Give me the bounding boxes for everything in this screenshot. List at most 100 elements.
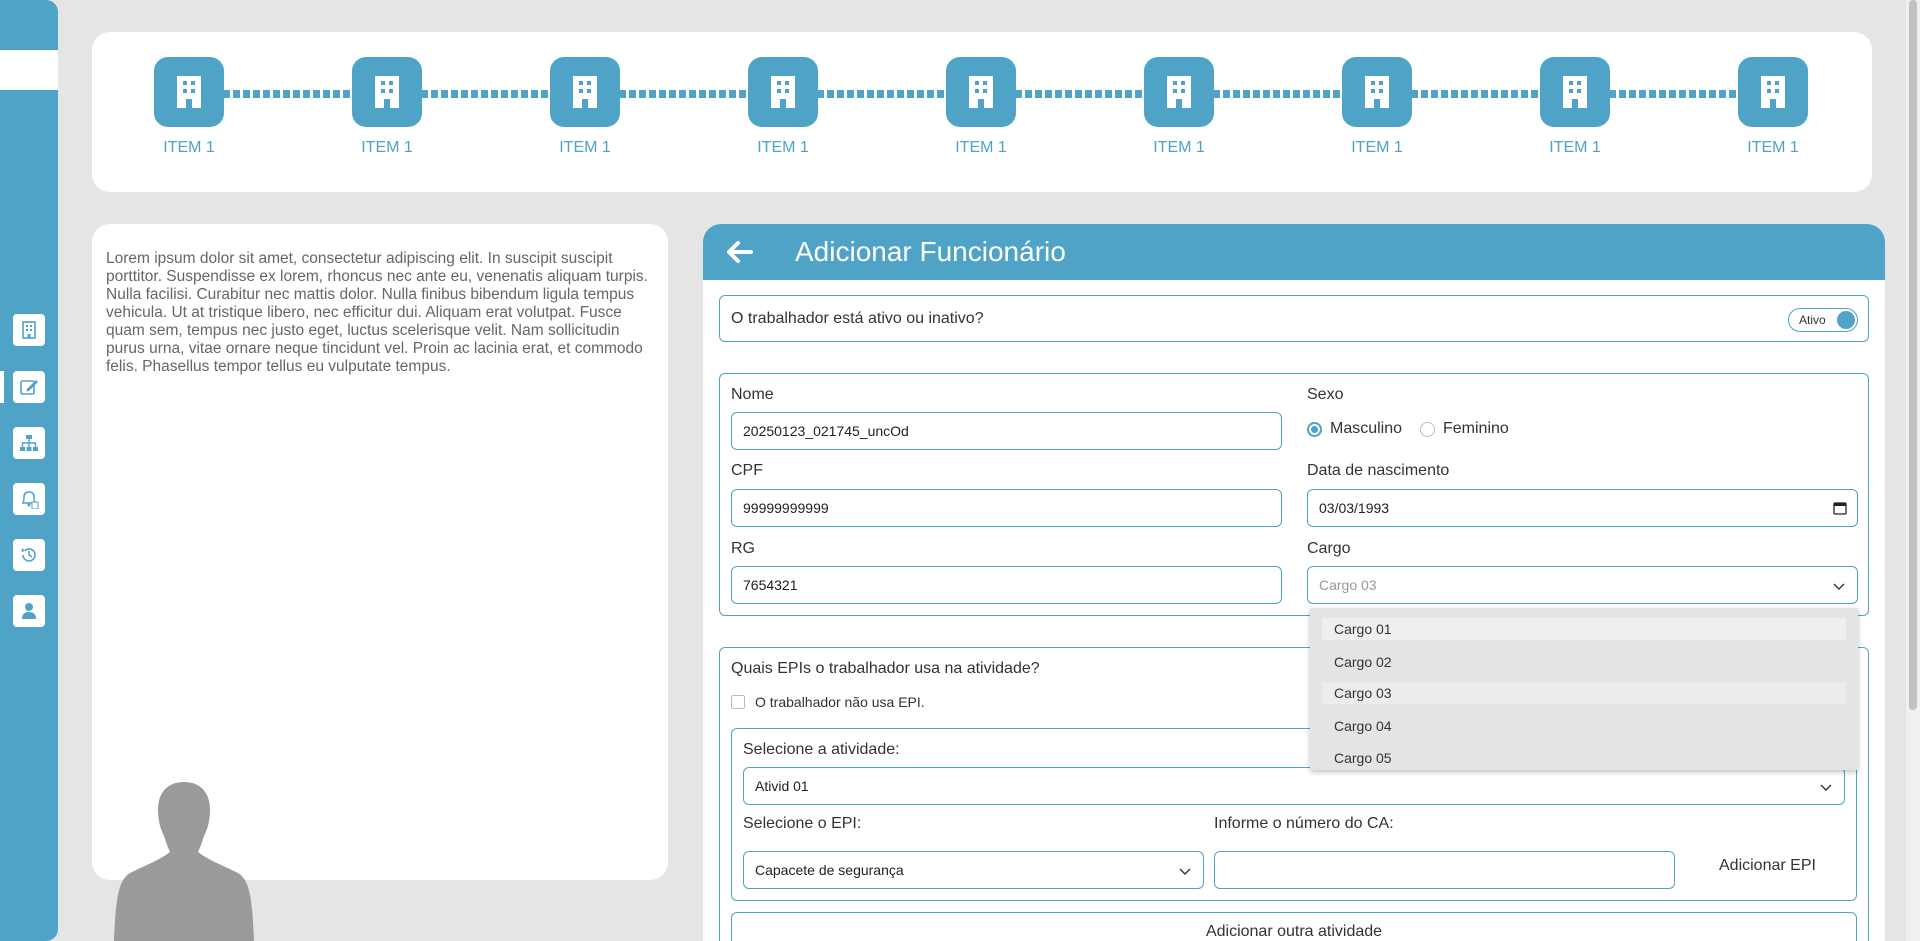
add-activity-button[interactable]: Adicionar outra atividade xyxy=(731,912,1857,941)
step-connector xyxy=(1015,90,1144,98)
step-item[interactable]: ITEM 1 xyxy=(1737,57,1809,157)
radio-dot-selected xyxy=(1307,421,1322,437)
toggle-knob xyxy=(1837,311,1855,329)
epi-question: Quais EPIs o trabalhador usa na atividad… xyxy=(731,660,1040,677)
active-toggle[interactable]: Ativo xyxy=(1788,308,1858,332)
step-label: ITEM 1 xyxy=(1153,139,1205,156)
building-icon xyxy=(1738,57,1808,127)
step-label: ITEM 1 xyxy=(559,139,611,156)
cargo-select-value: Cargo 03 xyxy=(1319,577,1377,593)
stepper-card: ITEM 1 ITEM 1 ITEM 1 ITEM 1 ITEM 1 ITEM … xyxy=(92,32,1872,192)
chevron-down-icon xyxy=(1820,784,1832,791)
sex-label: Sexo xyxy=(1307,386,1344,403)
building-icon[interactable] xyxy=(13,314,45,346)
name-field[interactable]: 20250123_021745_uncOd xyxy=(731,412,1282,450)
name-label: Nome xyxy=(731,386,774,403)
cargo-dropdown-list: Cargo 01 Cargo 02 Cargo 03 Cargo 04 Carg… xyxy=(1310,608,1858,770)
step-connector xyxy=(1411,90,1540,98)
building-icon xyxy=(550,57,620,127)
user-icon[interactable] xyxy=(13,595,45,627)
chevron-down-icon xyxy=(1833,583,1845,590)
cargo-label: Cargo xyxy=(1307,540,1351,557)
radio-dot xyxy=(1420,421,1435,437)
step-item[interactable]: ITEM 1 xyxy=(1341,57,1413,157)
sex-radio-feminino[interactable]: Feminino xyxy=(1420,420,1509,438)
step-item[interactable]: ITEM 1 xyxy=(153,57,225,157)
radio-label: Masculino xyxy=(1330,420,1403,437)
birth-date-label: Data de nascimento xyxy=(1307,462,1450,479)
info-text: Lorem ipsum dolor sit amet, consectetur … xyxy=(106,250,648,375)
birth-date-field[interactable]: 03/03/1993 xyxy=(1307,489,1858,527)
building-icon xyxy=(154,57,224,127)
cargo-option[interactable]: Cargo 02 xyxy=(1322,646,1846,678)
scrollbar-thumb[interactable] xyxy=(1909,0,1917,710)
history-icon[interactable] xyxy=(13,539,45,571)
cargo-option[interactable]: Cargo 05 xyxy=(1322,742,1846,774)
step-item[interactable]: ITEM 1 xyxy=(549,57,621,157)
add-employee-panel: Adicionar Funcionário O trabalhador está… xyxy=(703,224,1885,941)
active-toggle-label: Ativo xyxy=(1799,313,1826,327)
step-item[interactable]: ITEM 1 xyxy=(1143,57,1215,157)
cargo-option[interactable]: Cargo 04 xyxy=(1322,710,1846,742)
step-label: ITEM 1 xyxy=(361,139,413,156)
calendar-icon[interactable] xyxy=(1833,501,1847,515)
step-connector xyxy=(1609,90,1738,98)
step-label: ITEM 1 xyxy=(955,139,1007,156)
cpf-field[interactable]: 99999999999 xyxy=(731,489,1282,527)
active-indicator xyxy=(0,371,4,403)
building-icon xyxy=(1342,57,1412,127)
cargo-option-selected[interactable]: Cargo 03 xyxy=(1322,682,1846,704)
activity-label: Selecione a atividade: xyxy=(743,741,900,758)
step-connector xyxy=(817,90,946,98)
birth-date-value: 03/03/1993 xyxy=(1319,500,1390,516)
form-header: Adicionar Funcionário xyxy=(703,224,1885,280)
bell-document-icon[interactable] xyxy=(13,483,45,515)
epi-select-value: Capacete de segurança xyxy=(755,862,904,878)
step-connector xyxy=(619,90,748,98)
building-icon xyxy=(1144,57,1214,127)
building-icon xyxy=(748,57,818,127)
rg-label: RG xyxy=(731,540,755,557)
edit-icon[interactable] xyxy=(13,371,45,403)
active-question: O trabalhador está ativo ou inativo? xyxy=(731,310,984,327)
page-title: Adicionar Funcionário xyxy=(795,236,1066,267)
step-label: ITEM 1 xyxy=(1549,139,1601,156)
person-silhouette-icon xyxy=(114,782,254,941)
back-arrow-icon[interactable] xyxy=(725,237,755,267)
active-status-box: O trabalhador está ativo ou inativo? Ati… xyxy=(719,295,1869,342)
add-epi-button[interactable]: Adicionar EPI xyxy=(1719,857,1816,875)
sex-radio-masculino[interactable]: Masculino xyxy=(1307,420,1402,438)
no-epi-checkbox[interactable]: O trabalhador não usa EPI. xyxy=(731,694,925,710)
sidebar-highlight-bar xyxy=(0,50,58,90)
building-icon xyxy=(352,57,422,127)
step-connector xyxy=(223,90,352,98)
building-icon xyxy=(1540,57,1610,127)
step-connector xyxy=(1213,90,1342,98)
cargo-option[interactable]: Cargo 01 xyxy=(1322,618,1846,640)
step-label: ITEM 1 xyxy=(1747,139,1799,156)
checkbox-box xyxy=(731,695,745,709)
sidebar xyxy=(0,0,58,941)
step-item[interactable]: ITEM 1 xyxy=(747,57,819,157)
chevron-down-icon xyxy=(1179,868,1191,875)
epi-select[interactable]: Capacete de segurança xyxy=(743,851,1204,889)
activity-select-value: Ativid 01 xyxy=(755,778,809,794)
step-item[interactable]: ITEM 1 xyxy=(945,57,1017,157)
page-scrollbar[interactable] xyxy=(1906,0,1920,941)
step-connector xyxy=(421,90,550,98)
org-chart-icon[interactable] xyxy=(13,427,45,459)
ca-number-field[interactable] xyxy=(1214,851,1675,889)
step-label: ITEM 1 xyxy=(757,139,809,156)
building-icon xyxy=(946,57,1016,127)
step-item[interactable]: ITEM 1 xyxy=(351,57,423,157)
step-label: ITEM 1 xyxy=(1351,139,1403,156)
step-item[interactable]: ITEM 1 xyxy=(1539,57,1611,157)
epi-select-label: Selecione o EPI: xyxy=(743,815,862,832)
step-label: ITEM 1 xyxy=(163,139,215,156)
cargo-select[interactable]: Cargo 03 xyxy=(1307,566,1858,604)
cpf-label: CPF xyxy=(731,462,763,479)
radio-label: Feminino xyxy=(1443,420,1509,437)
ca-label: Informe o número do CA: xyxy=(1214,815,1394,832)
rg-field[interactable]: 7654321 xyxy=(731,566,1282,604)
no-epi-label: O trabalhador não usa EPI. xyxy=(755,694,925,710)
